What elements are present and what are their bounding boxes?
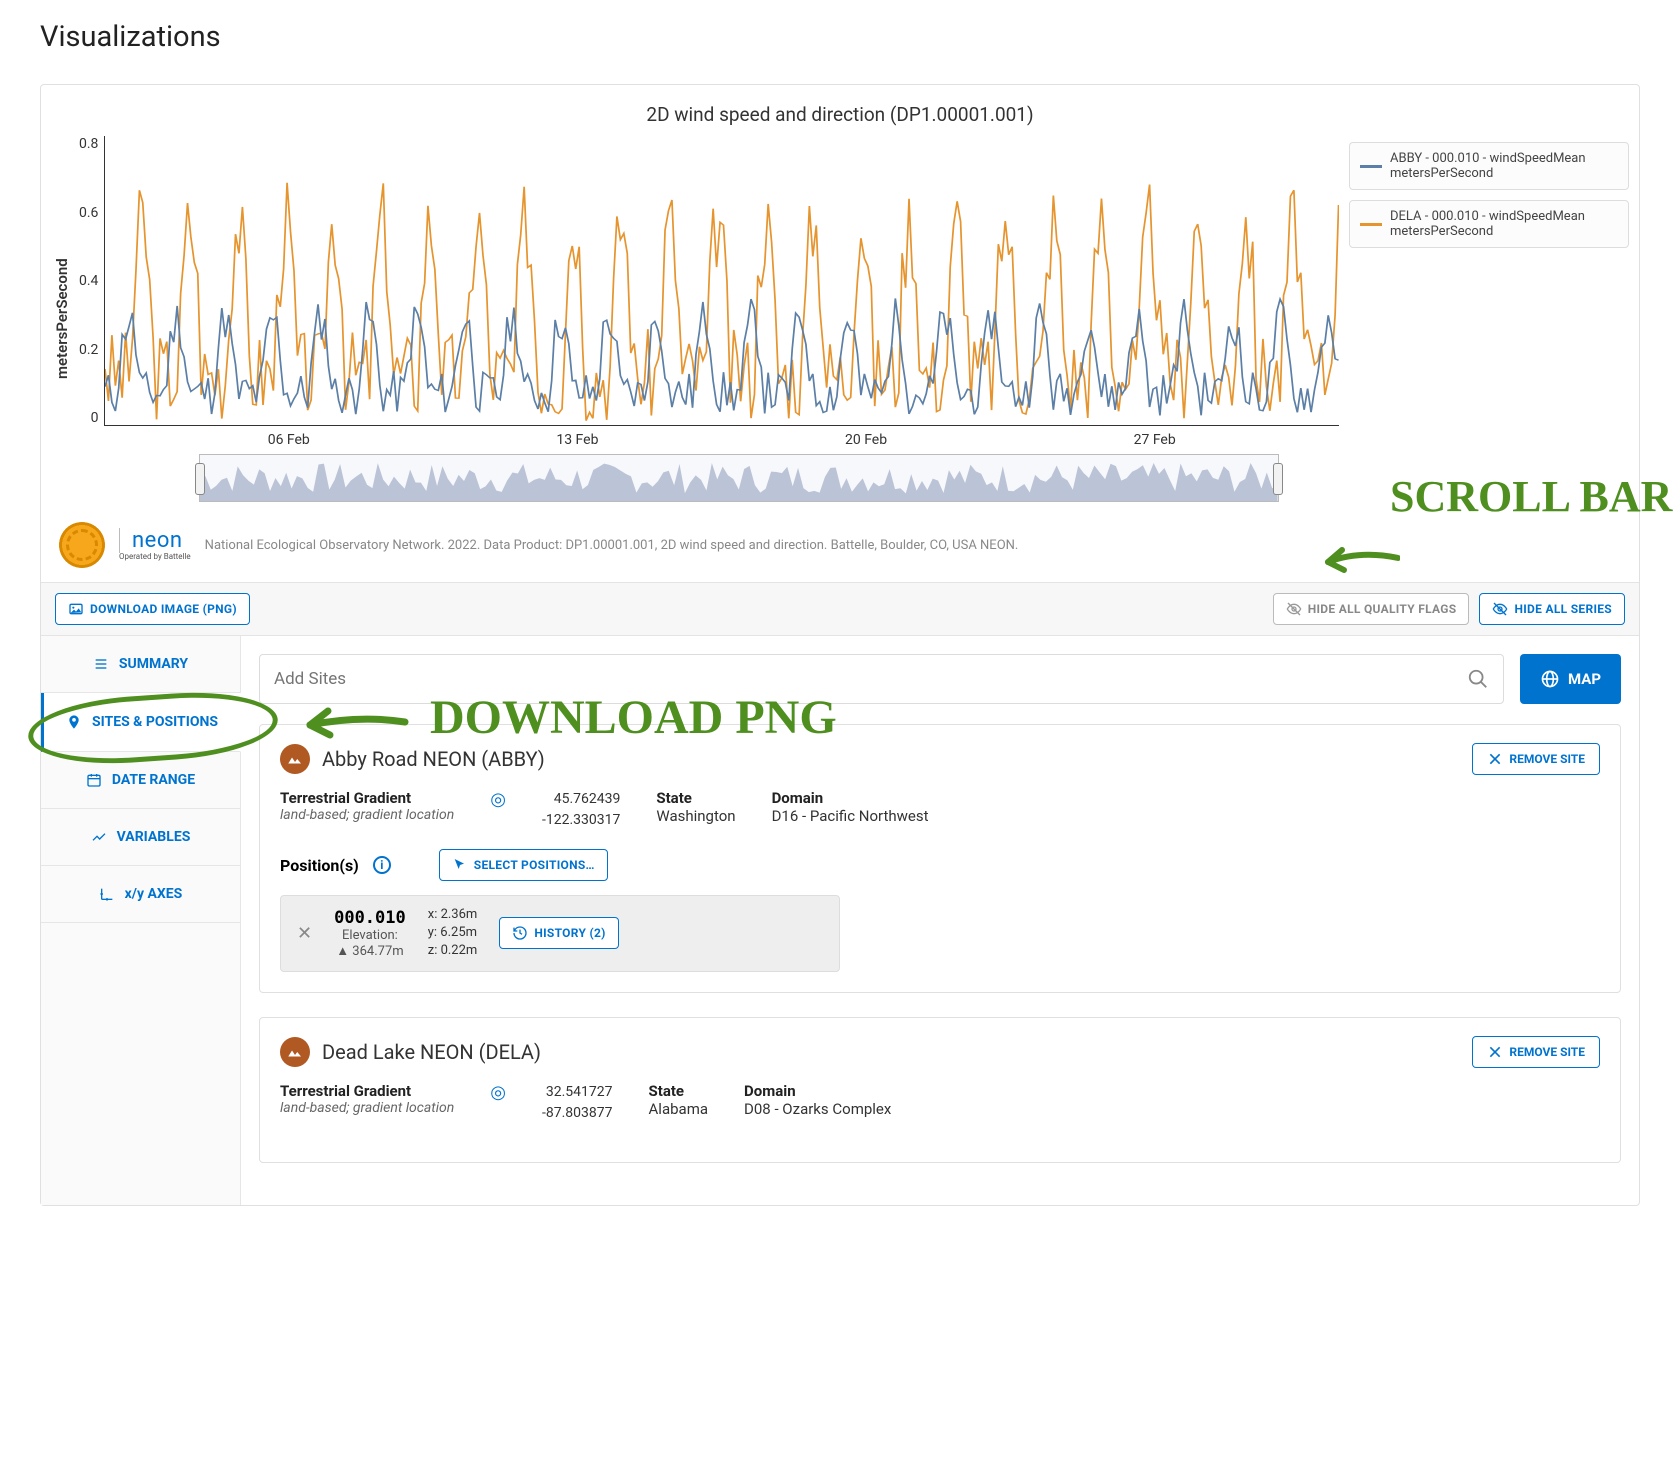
add-sites-input[interactable] [274, 669, 1467, 689]
list-icon [93, 656, 109, 672]
history-button[interactable]: HISTORY (2) [499, 917, 618, 949]
eye-off-icon [1286, 601, 1302, 617]
legend-swatch-dela [1360, 223, 1382, 226]
close-icon [1487, 751, 1503, 767]
credit-text: National Ecological Observatory Network.… [205, 538, 1019, 553]
close-icon [1487, 1044, 1503, 1060]
page-title: Visualizations [40, 20, 1640, 54]
legend-item-abby[interactable]: ABBY - 000.010 - windSpeedMean metersPer… [1349, 142, 1629, 190]
terrain-icon [280, 1037, 310, 1067]
site-card-dela: Dead Lake NEON (DELA) REMOVE SITE Terres… [259, 1017, 1621, 1163]
y-axis-label: metersPerSecond [51, 136, 73, 502]
side-nav: SUMMARY SITES & POSITIONS DATE RANGE VAR… [41, 636, 241, 1205]
calendar-icon [86, 772, 102, 788]
site-title: Dead Lake NEON (DELA) [322, 1040, 541, 1064]
main-content: MAP Abby Road NEON (ABBY) REMOVE SITE [241, 636, 1639, 1205]
hide-all-series-button[interactable]: HIDE ALL SERIES [1479, 593, 1625, 625]
position-chip: ✕ 000.010 Elevation: ▲ 364.77m x: 2.36m … [280, 895, 840, 972]
sidenav-summary[interactable]: SUMMARY [41, 636, 240, 693]
history-icon [512, 925, 528, 941]
chart-panel: 2D wind speed and direction (DP1.00001.0… [40, 84, 1640, 1206]
position-xyz: x: 2.36m y: 6.25m z: 0.22m [428, 906, 478, 961]
nsf-logo [59, 522, 105, 568]
x-axis-ticks: 06 Feb 13 Feb 20 Feb 27 Feb [104, 426, 1339, 448]
globe-icon [1540, 669, 1560, 689]
remove-site-button[interactable]: REMOVE SITE [1472, 1036, 1600, 1068]
navigator-handle-right[interactable] [1273, 463, 1283, 495]
search-icon [1467, 668, 1489, 690]
chart-legend: ABBY - 000.010 - windSpeedMean metersPer… [1349, 136, 1629, 502]
chart-title: 2D wind speed and direction (DP1.00001.0… [41, 103, 1639, 126]
remove-position-icon[interactable]: ✕ [297, 923, 312, 944]
sidenav-variables[interactable]: VARIABLES [41, 809, 240, 866]
sidenav-sites-positions[interactable]: SITES & POSITIONS [41, 693, 241, 752]
info-icon[interactable]: i [373, 856, 391, 874]
crosshair-icon: ◎ [490, 1082, 506, 1103]
sidenav-date-range[interactable]: DATE RANGE [41, 752, 240, 809]
y-axis-ticks: 0.8 0.6 0.4 0.2 0 [73, 136, 104, 426]
cursor-icon [452, 857, 468, 873]
terrain-icon [280, 744, 310, 774]
site-title: Abby Road NEON (ABBY) [322, 747, 545, 771]
chart-navigator[interactable] [199, 454, 1279, 502]
legend-swatch-abby [1360, 165, 1382, 168]
select-positions-button[interactable]: SELECT POSITIONS… [439, 849, 608, 881]
navigator-handle-left[interactable] [195, 463, 205, 495]
chart-line-icon [91, 829, 107, 845]
legend-item-dela[interactable]: DELA - 000.010 - windSpeedMean metersPer… [1349, 200, 1629, 248]
site-card-abby: Abby Road NEON (ABBY) REMOVE SITE Terres… [259, 724, 1621, 993]
image-icon [68, 601, 84, 617]
neon-logo: neon Operated by Battelle [119, 530, 191, 561]
coordinates: 32.541727 -87.803877 [542, 1082, 613, 1124]
axes-icon [99, 886, 115, 902]
chart-plot-area[interactable] [104, 136, 1339, 426]
download-image-button[interactable]: DOWNLOAD IMAGE (PNG) [55, 593, 250, 625]
sidenav-axes[interactable]: x/y AXES [41, 866, 240, 923]
chart-toolbar: DOWNLOAD IMAGE (PNG) HIDE ALL QUALITY FL… [41, 582, 1639, 636]
eye-off-icon [1492, 601, 1508, 617]
pin-icon [66, 714, 82, 730]
mountain-icon: ▲ [336, 944, 349, 959]
map-button[interactable]: MAP [1520, 654, 1621, 704]
crosshair-icon: ◎ [490, 789, 506, 810]
coordinates: 45.762439 -122.330317 [542, 789, 620, 831]
remove-site-button[interactable]: REMOVE SITE [1472, 743, 1600, 775]
hide-quality-flags-button[interactable]: HIDE ALL QUALITY FLAGS [1273, 593, 1470, 625]
add-sites-search[interactable] [259, 654, 1504, 704]
